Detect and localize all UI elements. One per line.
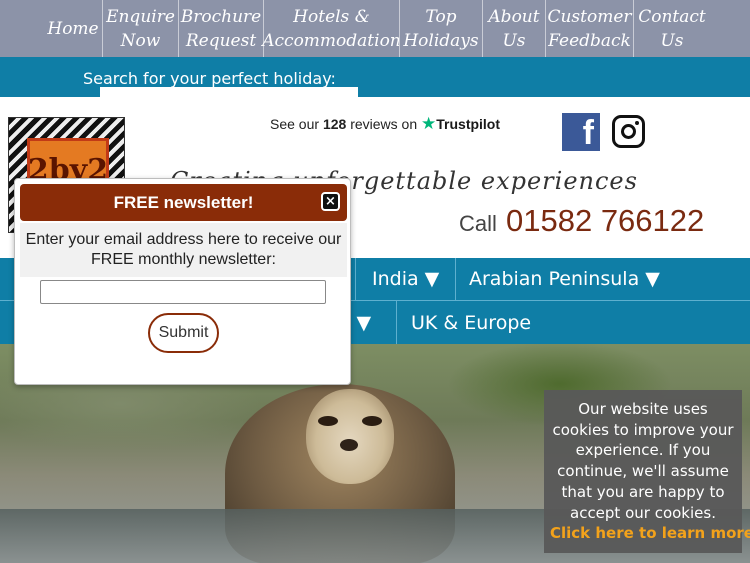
nav-top-holidays[interactable]: Top Holidays (399, 0, 482, 57)
nav-hotels-accommodation[interactable]: Hotels & Accommodation (262, 0, 401, 57)
cookie-message: Our website uses cookies to improve your… (552, 400, 734, 522)
instagram-icon[interactable] (612, 115, 645, 148)
region-india[interactable]: India ▼ (372, 268, 439, 290)
top-nav: Home Enquire Now Brochure Request Hotels… (0, 0, 750, 57)
region-separator (396, 301, 397, 344)
cookie-learn-more-link[interactable]: Click here to learn more (550, 523, 750, 544)
newsletter-email-input[interactable] (40, 280, 326, 304)
trustpilot-star-icon: ★ (421, 114, 437, 133)
nav-home[interactable]: Home (44, 0, 102, 57)
sloth-eye (318, 416, 338, 426)
search-label: Search for your perfect holiday: (83, 69, 336, 88)
page: Home Enquire Now Brochure Request Hotels… (0, 0, 750, 563)
newsletter-popup: FREE newsletter! × Enter your email addr… (14, 178, 351, 385)
search-band: Search for your perfect holiday: (0, 57, 750, 97)
nav-customer-feedback[interactable]: Customer Feedback (545, 0, 633, 57)
nav-enquire-now[interactable]: Enquire Now (102, 0, 178, 57)
cookie-notice: Our website uses cookies to improve your… (544, 390, 750, 553)
trustpilot-reviews[interactable]: See our 128 reviews on ★Trustpilot (270, 114, 500, 134)
phone-block[interactable]: Call 01582 766122 (459, 203, 704, 239)
newsletter-title: FREE newsletter! (20, 184, 347, 221)
newsletter-submit-button[interactable]: Submit (148, 313, 219, 353)
close-icon[interactable]: × (321, 192, 340, 211)
nav-brochure-request[interactable]: Brochure Request (178, 0, 263, 57)
region-uk-europe[interactable]: UK & Europe (411, 312, 531, 334)
reviews-suffix: reviews on (350, 116, 418, 132)
phone-number[interactable]: 01582 766122 (506, 203, 704, 238)
nav-contact-us[interactable]: Contact Us (633, 0, 710, 57)
trustpilot-brand: Trustpilot (436, 116, 501, 132)
sloth-eye (362, 416, 382, 426)
region-separator (355, 258, 356, 300)
nav-about-us[interactable]: About Us (482, 0, 545, 57)
search-input[interactable] (100, 87, 358, 97)
region-separator (455, 258, 456, 300)
facebook-icon[interactable]: f (562, 113, 600, 151)
reviews-prefix: See our (270, 116, 320, 132)
call-label: Call (459, 211, 497, 236)
reviews-count: 128 (322, 116, 347, 132)
sloth-nose (340, 439, 358, 451)
region-arabian-peninsula[interactable]: Arabian Peninsula ▼ (469, 268, 660, 290)
sloth-face (306, 389, 394, 484)
newsletter-message: Enter your email address here to receive… (25, 231, 342, 268)
